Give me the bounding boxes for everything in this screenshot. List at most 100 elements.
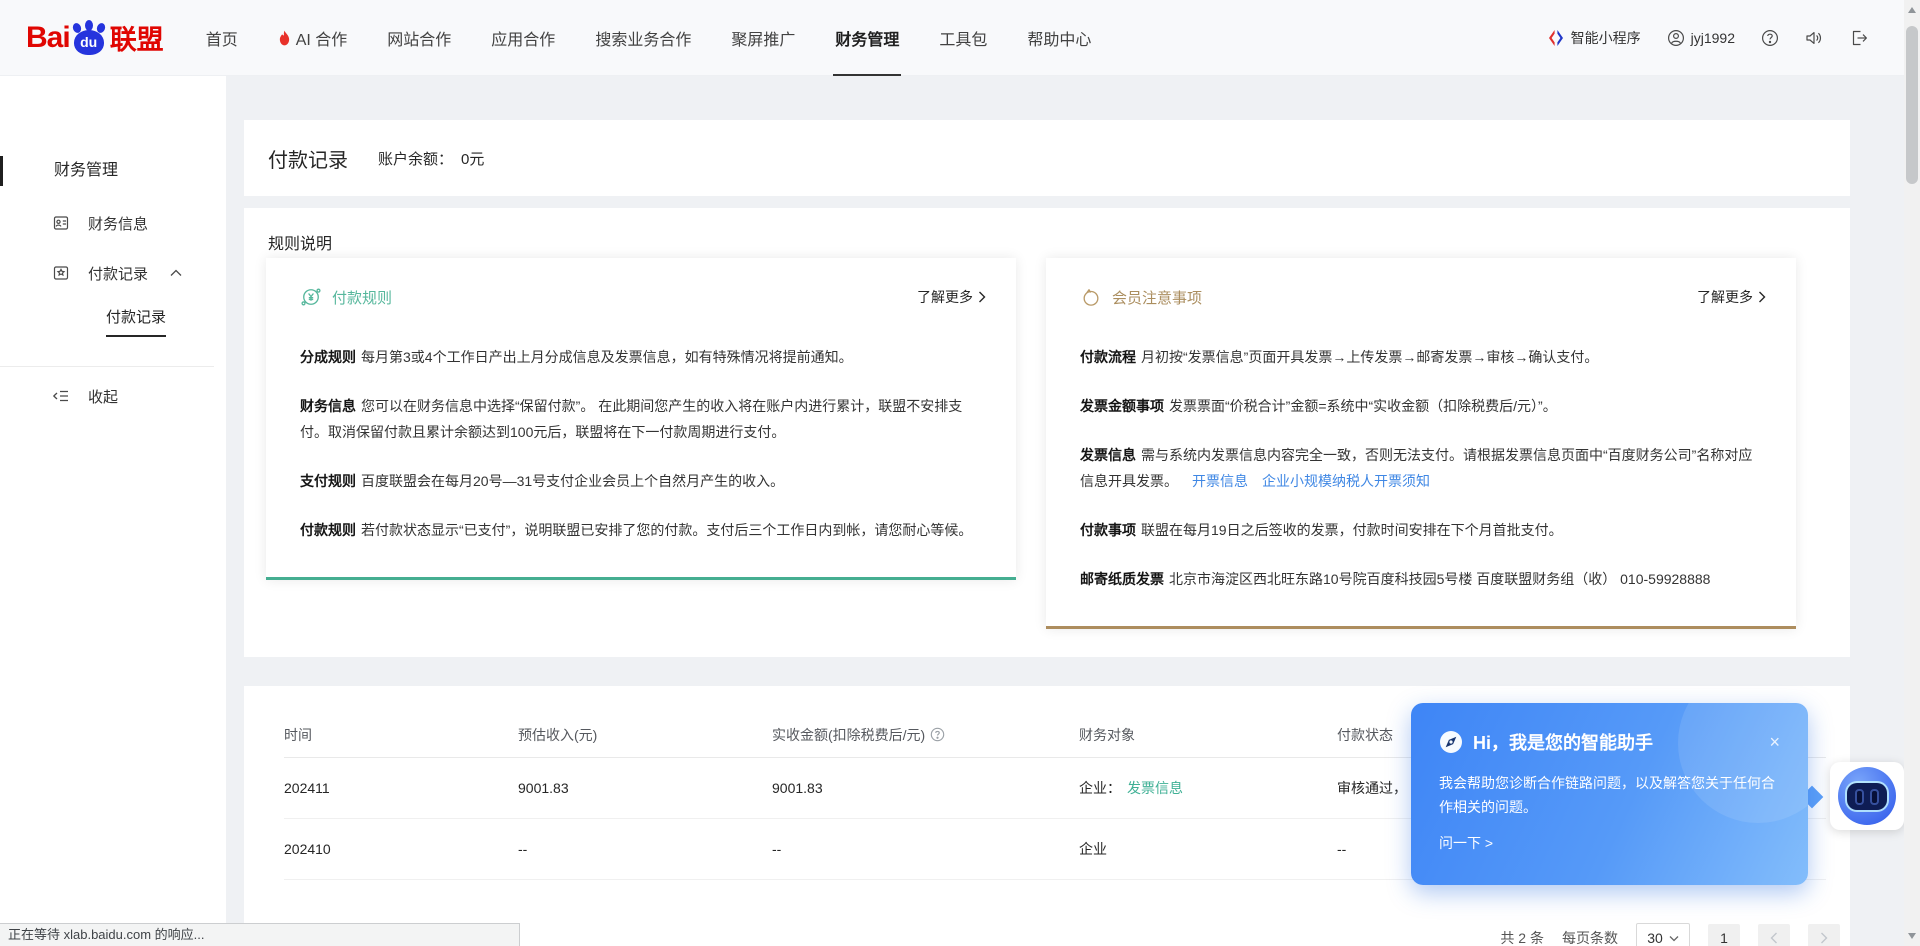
page-header-section: 付款记录 账户余额： 0元: [244, 120, 1850, 196]
question-circle-icon[interactable]: [930, 727, 945, 742]
scroll-down-arrow-icon[interactable]: [1908, 933, 1916, 939]
bell-icon: [1080, 286, 1102, 308]
top-navbar: Bai du 联盟 首页 AI 合作 网站合作 应用合作 搜索业务合作 聚屏推广…: [0, 0, 1920, 76]
sidebar-collapse-button[interactable]: 收起: [0, 381, 226, 411]
chevron-down-icon: [1669, 935, 1679, 942]
account-balance: 账户余额： 0元: [378, 148, 484, 169]
member-notes-card: 会员注意事项 了解更多 付款流程月初按“发票信息”页面开具发票→上传发票→邮寄发…: [1046, 258, 1796, 629]
pagination: 共 2 条 每页条数 30 1: [1500, 923, 1840, 946]
page-title: 付款记录: [268, 144, 348, 173]
rules-section-title: 规则说明: [268, 230, 332, 254]
total-count: 共 2 条: [1500, 928, 1544, 946]
rule-item: 付款事项联盟在每月19日之后签收的发票，付款时间安排在下个月首批支付。: [1080, 517, 1762, 543]
miniprogram-icon: [1547, 29, 1565, 47]
col-estimated-income: 预估收入(元): [518, 725, 772, 745]
col-actual-amount: 实收金额(扣除税费后/元): [772, 725, 1079, 745]
page-number-button[interactable]: 1: [1708, 924, 1740, 946]
vertical-scrollbar[interactable]: [1904, 0, 1920, 946]
prev-page-button[interactable]: [1758, 924, 1790, 946]
nav-item-help-center[interactable]: 帮助中心: [1007, 0, 1111, 76]
main-nav: 首页 AI 合作 网站合作 应用合作 搜索业务合作 聚屏推广 财务管理 工具包 …: [186, 0, 1112, 76]
baidu-union-logo[interactable]: Bai du 联盟: [26, 18, 164, 57]
sidebar: 财务管理 财务信息 付款记录 付款记录 收起: [0, 76, 226, 946]
collapse-icon: [52, 387, 70, 405]
rule-item: 付款流程月初按“发票信息”页面开具发票→上传发票→邮寄发票→审核→确认支付。: [1080, 344, 1762, 370]
rule-item: 支付规则百度联盟会在每月20号—31号支付企业会员上个自然月产生的收入。: [300, 468, 982, 494]
username: jyj1992: [1691, 30, 1735, 46]
coin-icon: [300, 286, 322, 308]
ask-now-link[interactable]: 问一下 >: [1439, 833, 1493, 853]
nav-item-home[interactable]: 首页: [186, 0, 258, 76]
close-icon[interactable]: ×: [1769, 733, 1780, 751]
card-title: 付款规则: [332, 287, 392, 308]
assistant-message: 我会帮助您诊断合作链路问题，以及解答您关于任何合作相关的问题。: [1439, 771, 1780, 819]
per-page-label: 每页条数: [1562, 928, 1618, 946]
payment-rules-card: 付款规则 了解更多 分成规则每月第3或4个工作日产出上月分成信息及发票信息，如有…: [266, 258, 1016, 580]
speaker-icon: [1805, 29, 1824, 47]
small-taxpayer-notice-link[interactable]: 企业小规模纳税人开票须知: [1262, 473, 1430, 489]
logo-text-du: du: [80, 34, 97, 50]
sidebar-item-finance-info[interactable]: 财务信息: [0, 208, 226, 238]
sidebar-title: 财务管理: [0, 156, 226, 186]
scroll-up-arrow-icon[interactable]: [1908, 7, 1916, 13]
nav-item-app[interactable]: 应用合作: [471, 0, 575, 76]
member-notes-more-link[interactable]: 了解更多: [1697, 287, 1766, 307]
nav-item-toolkit[interactable]: 工具包: [919, 0, 1007, 76]
logout-icon: [1850, 29, 1868, 47]
nav-item-ai[interactable]: AI 合作: [258, 0, 368, 76]
card-title: 会员注意事项: [1112, 287, 1202, 308]
balance-value: 0元: [461, 151, 484, 168]
id-card-icon: [52, 214, 70, 232]
logo-text-union: 联盟: [110, 18, 164, 57]
assistant-avatar-button[interactable]: [1830, 762, 1904, 830]
cell-time: 202410: [284, 841, 518, 857]
assistant-popup: Hi，我是您的智能助手 × 我会帮助您诊断合作链路问题，以及解答您关于任何合作相…: [1411, 703, 1808, 885]
cell-estimated: 9001.83: [518, 780, 772, 796]
rules-section: 规则说明 付款规则 了解更多 分成规则每月第3或4个工作日产出上月分成信息及发票…: [244, 208, 1850, 657]
miniprogram-entry[interactable]: 智能小程序: [1547, 28, 1641, 48]
rule-item: 邮寄纸质发票北京市海淀区西北旺东路10号院百度科技园5号楼 百度联盟财务组（收）…: [1080, 566, 1762, 592]
sidebar-subitem-payment-record[interactable]: 付款记录: [0, 306, 226, 336]
col-finance-target: 财务对象: [1079, 725, 1337, 745]
chevron-up-icon[interactable]: [170, 269, 182, 277]
sidebar-item-payment-record[interactable]: 付款记录: [0, 258, 226, 288]
cell-actual: 9001.83: [772, 780, 1079, 796]
rule-item: 分成规则每月第3或4个工作日产出上月分成信息及发票信息，如有特殊情况将提前通知。: [300, 344, 982, 370]
nav-item-search-biz[interactable]: 搜索业务合作: [575, 0, 711, 76]
user-account[interactable]: jyj1992: [1667, 29, 1735, 47]
payment-rules-more-link[interactable]: 了解更多: [917, 287, 986, 307]
logout-button[interactable]: [1850, 29, 1868, 47]
rule-item: 发票信息需与系统内发票信息内容完全一致，否则无法支付。请根据发票信息页面中“百度…: [1080, 442, 1762, 494]
sidebar-divider: [0, 366, 214, 367]
badge-star-icon: [52, 264, 70, 282]
cell-finance-target: 企业：发票信息: [1079, 778, 1337, 798]
rule-item: 付款规则若付款状态显示“已支付”，说明联盟已安排了您的付款。支付后三个工作日内到…: [300, 517, 982, 543]
chevron-right-icon: [978, 291, 986, 303]
nav-item-screen-promo[interactable]: 聚屏推广: [711, 0, 815, 76]
balance-label: 账户余额：: [378, 151, 453, 168]
flame-icon: [278, 30, 291, 46]
help-icon: [1761, 29, 1779, 47]
nav-item-finance[interactable]: 财务管理: [815, 0, 919, 76]
navbar-right: 智能小程序 jyj1992: [1547, 28, 1868, 48]
baidu-paw-icon: du: [71, 20, 107, 56]
sound-button[interactable]: [1805, 29, 1824, 47]
per-page-select[interactable]: 30: [1636, 923, 1690, 946]
robot-icon: [1838, 767, 1896, 825]
browser-status-bar: 正在等待 xlab.baidu.com 的响应...: [0, 923, 520, 946]
nav-item-website[interactable]: 网站合作: [367, 0, 471, 76]
chevron-right-icon: [1758, 291, 1766, 303]
cell-finance-target: 企业: [1079, 839, 1337, 859]
col-time: 时间: [284, 725, 518, 745]
rule-item: 发票金额事项发票票面“价税合计”金额=系统中“实收金额（扣除税费后/元）”。: [1080, 393, 1762, 419]
next-page-button[interactable]: [1808, 924, 1840, 946]
cell-estimated: --: [518, 841, 772, 857]
logo-text-bai: Bai: [26, 21, 70, 55]
invoice-info-link[interactable]: 开票信息: [1192, 473, 1248, 489]
scrollbar-thumb[interactable]: [1906, 26, 1918, 184]
invoice-detail-link[interactable]: 发票信息: [1127, 780, 1183, 796]
cell-time: 202411: [284, 780, 518, 796]
rule-item: 财务信息您可以在财务信息中选择“保留付款”。 在此期间您产生的收入将在账户内进行…: [300, 393, 982, 445]
assistant-title: Hi，我是您的智能助手: [1473, 729, 1653, 755]
help-button[interactable]: [1761, 29, 1779, 47]
